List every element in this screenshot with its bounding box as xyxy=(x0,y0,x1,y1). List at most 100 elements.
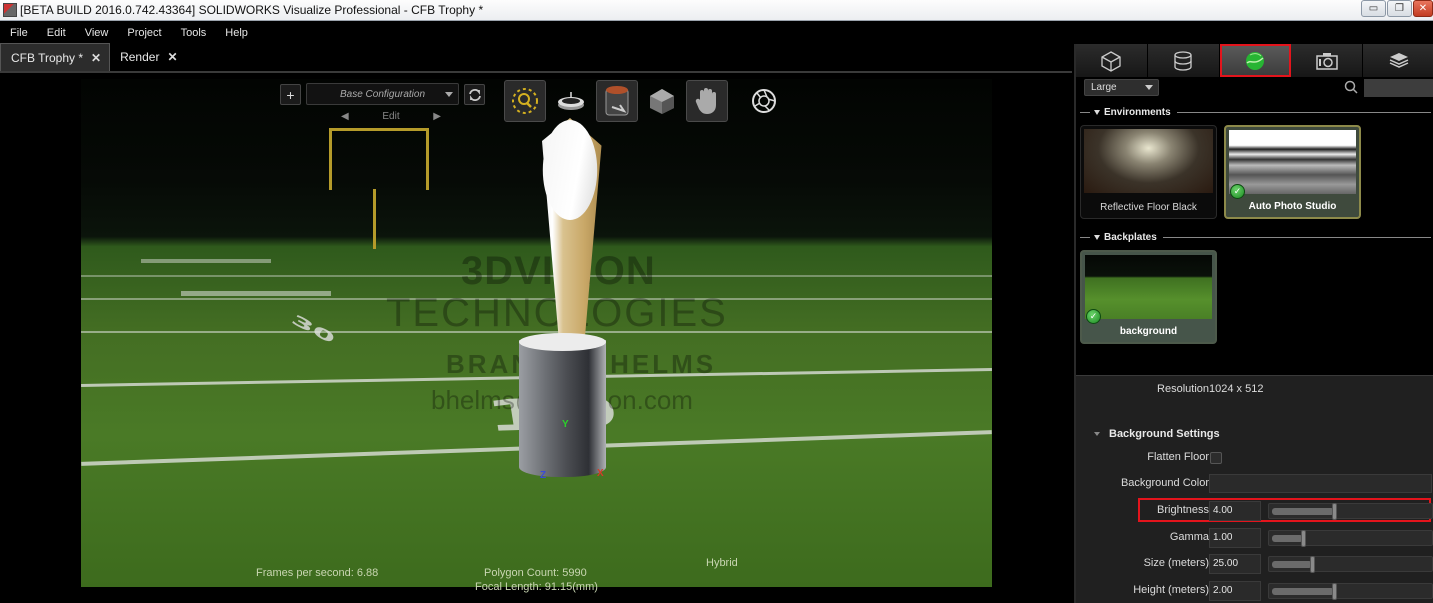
close-tab-icon[interactable]: ✕ xyxy=(167,50,177,64)
environment-thumb-reflective-floor-black[interactable]: Reflective Floor Black xyxy=(1080,125,1217,219)
slider-knob[interactable] xyxy=(1310,556,1315,573)
slider-fill xyxy=(1272,535,1303,542)
slider-knob[interactable] xyxy=(1301,530,1306,547)
environment-name: Reflective Floor Black xyxy=(1100,202,1197,213)
configuration-select[interactable]: Base Configuration xyxy=(306,83,459,105)
height-slider[interactable] xyxy=(1268,583,1433,600)
flatten-floor-label: Flatten Floor xyxy=(1147,451,1209,463)
prev-configuration-icon[interactable]: ◀ xyxy=(341,111,349,122)
close-window-button[interactable]: ✕ xyxy=(1413,0,1433,17)
focal-length: Focal Length: 91.15(mm) xyxy=(475,581,598,593)
background-settings-label: Background Settings xyxy=(1109,428,1220,440)
axis-y-label: Y xyxy=(562,419,569,430)
app-icon xyxy=(3,3,17,17)
models-tab[interactable] xyxy=(1076,44,1148,77)
menu-help[interactable]: Help xyxy=(215,27,257,39)
search-input[interactable] xyxy=(1364,79,1433,97)
size-label: Size (meters) xyxy=(1143,557,1209,569)
menu-project[interactable]: Project xyxy=(117,27,170,39)
edit-label[interactable]: Edit xyxy=(382,111,399,122)
brightness-slider[interactable] xyxy=(1268,503,1433,520)
slider-knob[interactable] xyxy=(1332,583,1337,600)
next-configuration-icon[interactable]: ▶ xyxy=(433,111,441,122)
scenes-tab[interactable] xyxy=(1219,44,1292,77)
tab-cfb-trophy[interactable]: CFB Trophy * ✕ xyxy=(0,43,111,71)
scene-backplate[interactable]: 30 10 3DVISION TECHNOLOGIES BRANDON HELM… xyxy=(81,79,992,587)
aperture-tool-button[interactable] xyxy=(743,80,785,122)
background-color-field[interactable] xyxy=(1209,474,1432,493)
close-tab-icon[interactable]: ✕ xyxy=(91,51,101,65)
resolution-value: 1024 x 512 xyxy=(1209,383,1264,395)
backplate-name: background xyxy=(1119,326,1178,337)
cameras-tab[interactable] xyxy=(1291,44,1364,77)
pan-tool-button[interactable] xyxy=(686,80,728,122)
flatten-floor-checkbox[interactable] xyxy=(1210,452,1222,464)
axis-x-label: X xyxy=(597,468,604,479)
gamma-input[interactable]: 1.00 xyxy=(1209,528,1261,548)
menu-tools[interactable]: Tools xyxy=(171,27,216,39)
thumbnail-size-value: Large xyxy=(1091,82,1117,93)
menu-file[interactable]: File xyxy=(0,27,37,39)
tab-label: Render xyxy=(120,50,160,64)
brightness-label: Brightness xyxy=(1157,504,1209,516)
goalpost-stem xyxy=(373,189,376,249)
tab-render[interactable]: Render ✕ xyxy=(110,43,185,71)
brightness-input[interactable]: 4.00 xyxy=(1209,501,1261,521)
edit-navigator: ◀ Edit ▶ xyxy=(341,108,441,124)
object-tool-button[interactable] xyxy=(596,80,638,122)
selected-check-icon: ✓ xyxy=(1230,184,1245,199)
menu-view[interactable]: View xyxy=(75,27,118,39)
field-line xyxy=(181,291,331,296)
tab-label: CFB Trophy * xyxy=(11,50,84,65)
refresh-configuration-button[interactable] xyxy=(464,84,485,105)
height-input[interactable]: 2.00 xyxy=(1209,581,1261,601)
zoom-tool-button[interactable] xyxy=(504,80,546,122)
camera-icon xyxy=(1316,52,1338,70)
environments-section-header[interactable]: Environments xyxy=(1080,105,1431,119)
trophy-base xyxy=(519,340,606,477)
configuration-value: Base Configuration xyxy=(339,88,426,100)
restore-button[interactable]: ❐ xyxy=(1387,0,1412,17)
minimize-button[interactable]: ▭ xyxy=(1361,0,1386,17)
viewport[interactable]: 30 10 3DVISION TECHNOLOGIES BRANDON HELM… xyxy=(0,74,1072,603)
environment-preview-image xyxy=(1229,130,1356,194)
trophy-base-top xyxy=(519,333,606,351)
add-configuration-button[interactable]: + xyxy=(280,84,301,105)
document-tabs: CFB Trophy * ✕ Render ✕ xyxy=(0,43,1072,73)
appearances-tab[interactable] xyxy=(1147,44,1220,77)
libraries-tab[interactable] xyxy=(1363,44,1433,77)
backplates-section-header[interactable]: Backplates xyxy=(1080,230,1431,244)
fps-readout: Frames per second: 6.88 xyxy=(256,567,379,579)
collapse-triangle-icon xyxy=(1094,432,1100,436)
size-input[interactable]: 25.00 xyxy=(1209,554,1261,574)
backplates-label: Backplates xyxy=(1104,231,1157,243)
environment-thumb-auto-photo-studio[interactable]: ✓ Auto Photo Studio xyxy=(1224,125,1361,219)
backplate-preview-image xyxy=(1085,255,1212,319)
panel-tabs xyxy=(1076,44,1433,77)
chevron-down-icon xyxy=(1145,85,1153,90)
slider-knob[interactable] xyxy=(1332,503,1337,520)
turntable-tool-button[interactable] xyxy=(550,80,592,122)
chevron-down-icon xyxy=(445,92,453,97)
gamma-label: Gamma xyxy=(1169,531,1209,543)
environment-preview-image xyxy=(1084,129,1213,193)
layers-stack-icon xyxy=(1389,52,1408,68)
turntable-icon xyxy=(558,92,584,110)
size-slider[interactable] xyxy=(1268,556,1433,573)
title-bar: [BETA BUILD 2016.0.742.43364] SOLIDWORKS… xyxy=(0,0,1433,21)
search-icon[interactable] xyxy=(1344,80,1358,94)
selected-check-icon: ✓ xyxy=(1086,309,1101,324)
environment-name: Auto Photo Studio xyxy=(1248,201,1337,212)
background-color-label: Background Color xyxy=(1120,477,1209,489)
menu-edit[interactable]: Edit xyxy=(37,27,75,39)
slider-fill xyxy=(1272,561,1312,568)
backplate-thumb-background[interactable]: ✓ background xyxy=(1080,250,1217,344)
thumbnail-size-select[interactable]: Large xyxy=(1084,79,1159,96)
collapse-triangle-icon xyxy=(1094,109,1100,115)
goalpost xyxy=(329,128,429,190)
window-controls: ▭ ❐ ✕ xyxy=(1360,0,1433,19)
background-settings-header[interactable]: Background Settings xyxy=(1094,428,1220,440)
gamma-slider[interactable] xyxy=(1268,530,1433,547)
field-line xyxy=(141,259,271,263)
camera-3d-tool-button[interactable] xyxy=(641,80,683,122)
